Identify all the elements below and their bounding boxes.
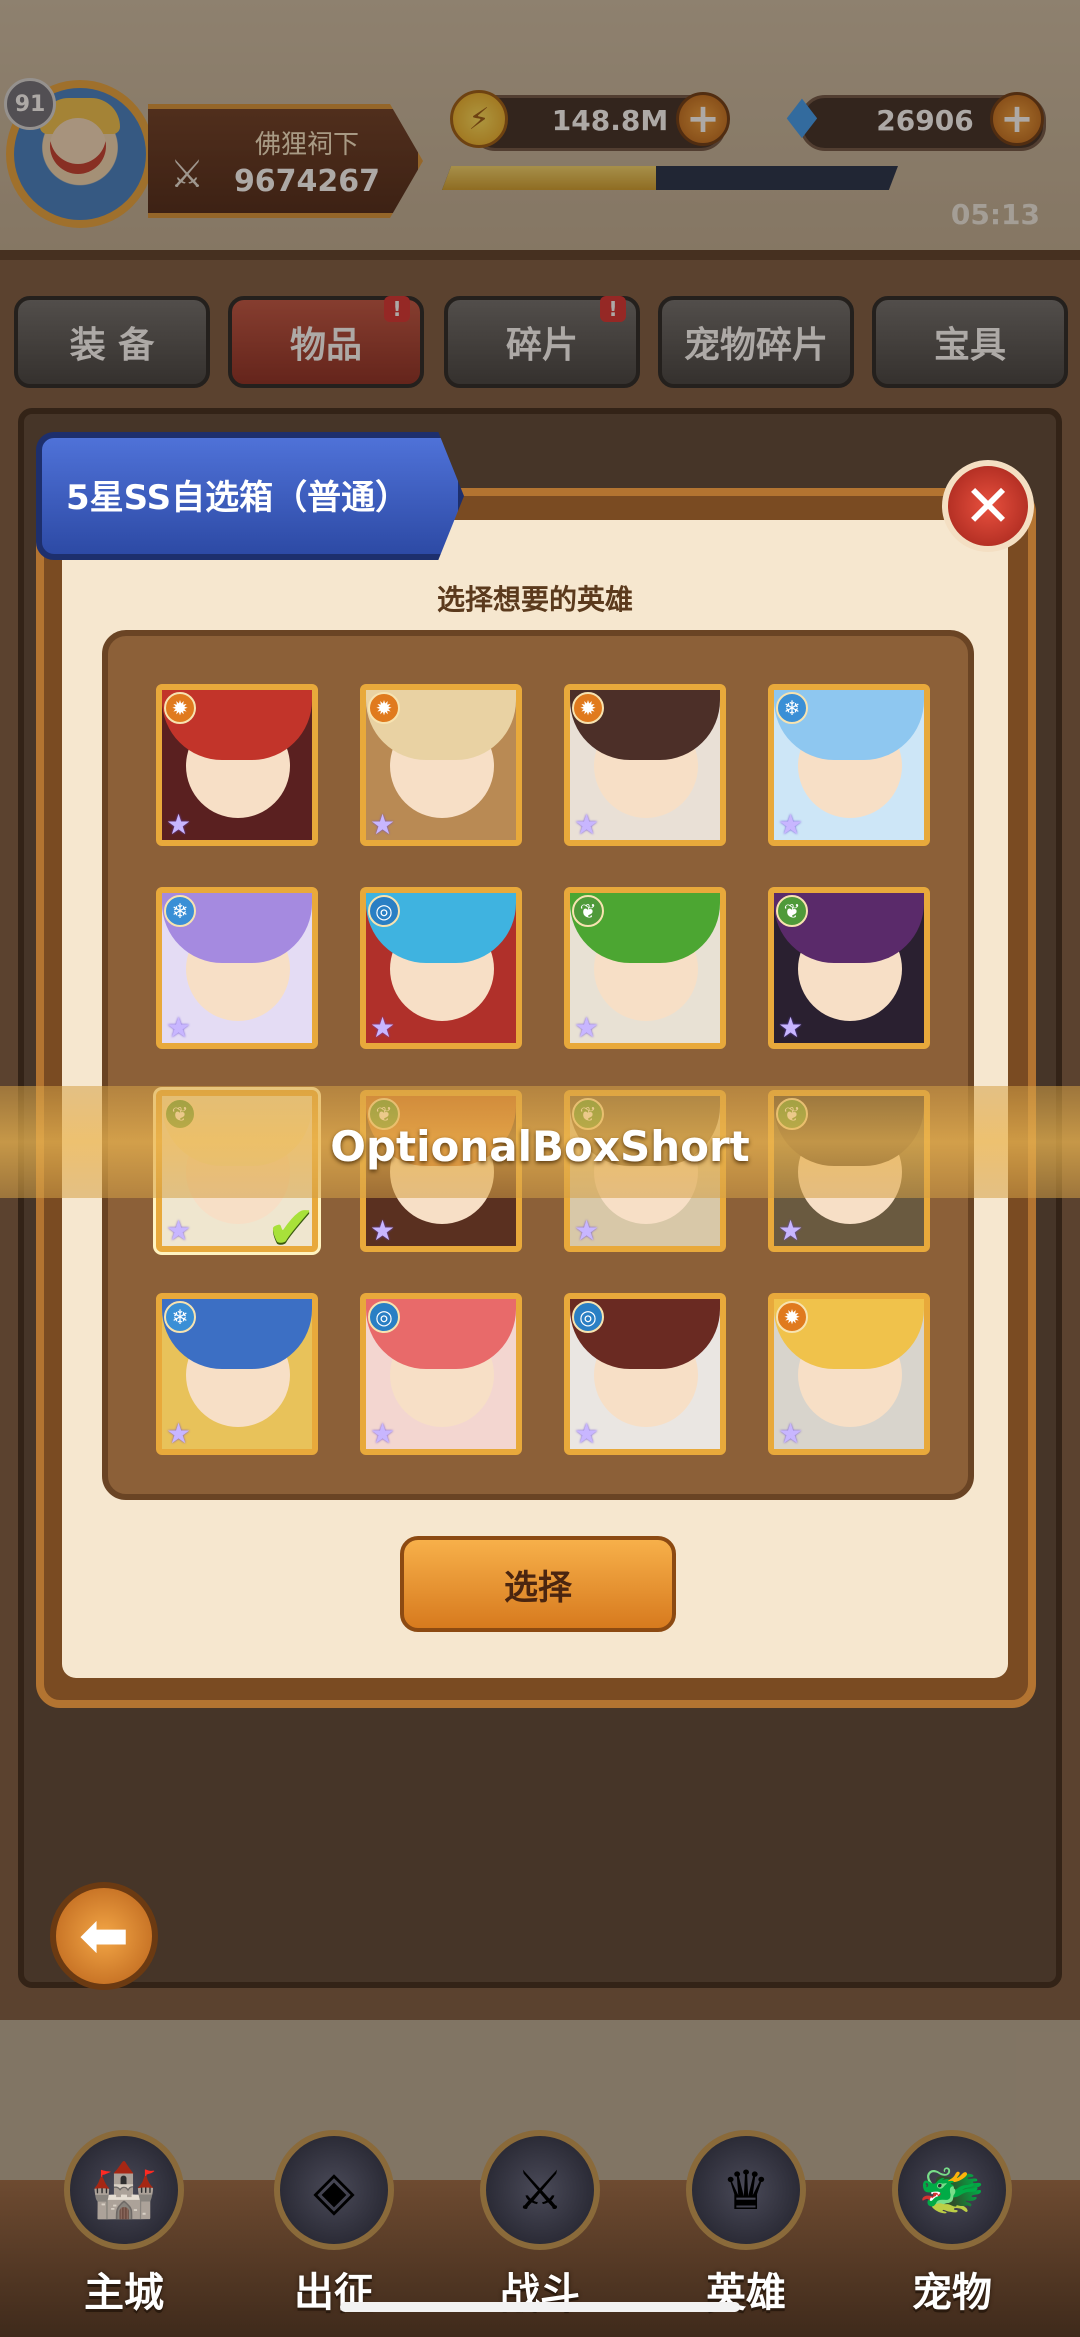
hero-card[interactable]: ✹ ★ (768, 1293, 930, 1455)
water-element-icon: ◎ (368, 895, 400, 927)
expedition-icon: ◈ (274, 2130, 394, 2250)
nav-battle[interactable]: ⚔ 战斗 (460, 2110, 620, 2330)
star-icon: ★ (370, 1214, 396, 1247)
dialog-title: 5星SS自选箱（普通） (66, 478, 410, 518)
star-icon: ★ (574, 1011, 600, 1044)
pet-icon: 🐲 (892, 2130, 1012, 2250)
hero-card[interactable]: ✹ ★ (360, 684, 522, 846)
checkmark-icon: ✔ (266, 1193, 317, 1263)
hero-card[interactable]: ◎ ★ (360, 887, 522, 1049)
hero-card[interactable]: ✹ ★ (156, 684, 318, 846)
debug-banner-text: OptionalBoxShort (330, 1122, 750, 1171)
fire-element-icon: ✹ (368, 692, 400, 724)
nav-label: 宠物 (912, 2270, 992, 2316)
fire-element-icon: ✹ (572, 692, 604, 724)
ice-element-icon: ❄ (164, 895, 196, 927)
hero-icon: ♛ (686, 2130, 806, 2250)
home-indicator[interactable] (340, 2302, 740, 2312)
nav-pets[interactable]: 🐲 宠物 (872, 2110, 1032, 2330)
hero-card[interactable]: ◎ ★ (360, 1293, 522, 1455)
water-element-icon: ◎ (368, 1301, 400, 1333)
nav-castle[interactable]: 🏰 主城 (44, 2110, 204, 2330)
star-icon: ★ (166, 1417, 192, 1450)
battle-icon: ⚔ (480, 2130, 600, 2250)
ice-element-icon: ❄ (164, 1301, 196, 1333)
dialog-subtitle: 选择想要的英雄 (436, 583, 633, 616)
nature-element-icon: ❦ (776, 895, 808, 927)
water-element-icon: ◎ (572, 1301, 604, 1333)
star-icon: ★ (574, 808, 600, 841)
back-arrow-icon[interactable]: ⬅ (50, 1882, 158, 1990)
castle-icon: 🏰 (64, 2130, 184, 2250)
star-icon: ★ (574, 1417, 600, 1450)
ice-element-icon: ❄ (776, 692, 808, 724)
hero-card[interactable]: ❄ ★ (768, 684, 930, 846)
star-icon: ★ (778, 1214, 804, 1247)
hero-card[interactable]: ❦★ (564, 887, 726, 1049)
hero-card[interactable]: ✹ ★ (564, 684, 726, 846)
star-icon: ★ (166, 1214, 192, 1247)
star-icon: ★ (778, 808, 804, 841)
hero-card[interactable]: ❄ ★ (156, 1293, 318, 1455)
star-icon: ★ (370, 808, 396, 841)
star-icon: ★ (166, 808, 192, 841)
star-icon: ★ (166, 1011, 192, 1044)
fire-element-icon: ✹ (164, 692, 196, 724)
star-icon: ★ (574, 1214, 600, 1247)
nav-expedition[interactable]: ◈ 出征 (254, 2110, 414, 2330)
nav-heroes[interactable]: ♛ 英雄 (666, 2110, 826, 2330)
star-icon: ★ (778, 1417, 804, 1450)
select-button[interactable]: 选择 (400, 1536, 676, 1632)
close-icon[interactable]: ✕ (942, 460, 1034, 552)
nature-element-icon: ❦ (572, 895, 604, 927)
hero-card[interactable]: ◎ ★ (564, 1293, 726, 1455)
hero-card[interactable]: ❄ ★ (156, 887, 318, 1049)
nav-label: 主城 (84, 2270, 164, 2316)
hero-card[interactable]: ❦★ (768, 887, 930, 1049)
star-icon: ★ (778, 1011, 804, 1044)
fire-element-icon: ✹ (776, 1301, 808, 1333)
star-icon: ★ (370, 1417, 396, 1450)
star-icon: ★ (370, 1011, 396, 1044)
